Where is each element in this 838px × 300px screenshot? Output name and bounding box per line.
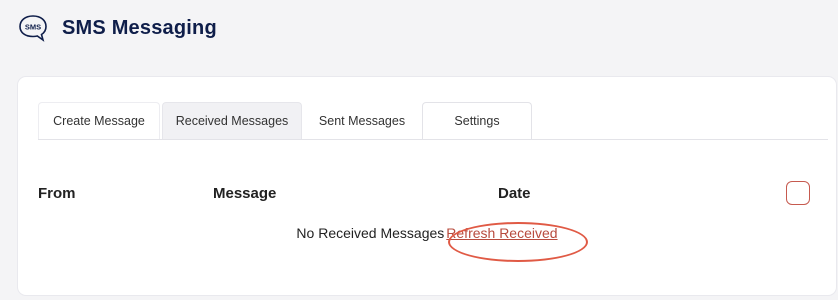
refresh-received-link[interactable]: Refresh Received (446, 225, 557, 241)
sms-icon-label: SMS (25, 23, 41, 32)
tab-bar: Create Message Received Messages Sent Me… (38, 102, 828, 140)
tab-sent-messages[interactable]: Sent Messages (304, 102, 420, 139)
select-all-checkbox[interactable] (786, 181, 810, 205)
messages-card: Create Message Received Messages Sent Me… (18, 77, 836, 295)
column-header-message: Message (213, 185, 277, 202)
page-title: SMS Messaging (62, 16, 217, 39)
column-header-date: Date (498, 185, 531, 202)
column-header-from: From (38, 185, 76, 202)
table-header: From Message Date (18, 179, 836, 209)
tab-received-messages[interactable]: Received Messages (162, 102, 302, 139)
empty-state-text: No Received Messages (296, 225, 445, 241)
tab-settings[interactable]: Settings (422, 102, 532, 139)
sms-bubble-icon: SMS (19, 15, 47, 42)
tab-create-message[interactable]: Create Message (38, 102, 160, 139)
empty-state-row: No Received Messages Refresh Received (18, 225, 836, 249)
page-header: SMS SMS Messaging (18, 14, 217, 42)
